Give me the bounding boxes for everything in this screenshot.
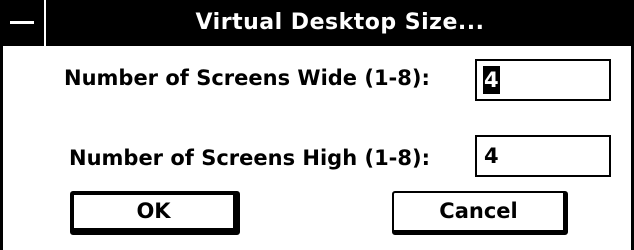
- screens-high-input[interactable]: 4: [475, 135, 611, 177]
- system-menu-button[interactable]: [0, 0, 46, 46]
- screens-high-value: 4: [484, 144, 499, 168]
- ok-button[interactable]: OK: [70, 191, 240, 235]
- screens-high-label: Number of Screens High (1-8):: [69, 146, 430, 170]
- virtual-desktop-size-dialog: Virtual Desktop Size... Number of Screen…: [0, 0, 634, 250]
- screens-wide-label: Number of Screens Wide (1-8):: [64, 66, 430, 90]
- title-bar[interactable]: Virtual Desktop Size...: [0, 0, 634, 46]
- screens-wide-input[interactable]: 4: [475, 59, 611, 101]
- window-frame-left: [0, 46, 3, 250]
- screens-wide-value: 4: [483, 66, 500, 94]
- dialog-title: Virtual Desktop Size...: [195, 10, 485, 35]
- cancel-button[interactable]: Cancel: [392, 191, 568, 235]
- system-menu-icon: [10, 21, 34, 24]
